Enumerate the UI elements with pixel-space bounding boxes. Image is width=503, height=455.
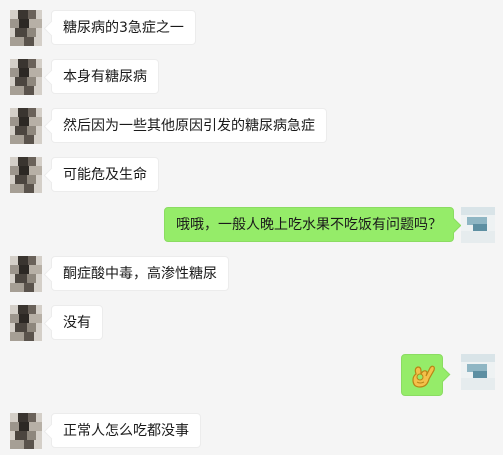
message-bubble[interactable]: 酮症酸中毒，高渗性糖尿 xyxy=(51,256,229,291)
message-bubble[interactable]: 糖尿病的3急症之一 xyxy=(51,10,196,45)
message-text: 然后因为一些其他原因引发的糖尿病急症 xyxy=(63,118,315,134)
message-bubble[interactable]: 可能危及生命 xyxy=(51,157,159,192)
contact-avatar[interactable] xyxy=(10,413,42,449)
user-avatar[interactable] xyxy=(461,207,495,243)
message-bubble[interactable]: 没有 xyxy=(51,305,103,340)
message-text: 可能危及生命 xyxy=(63,167,147,183)
message-text: 正常人怎么吃都没事 xyxy=(63,423,189,439)
contact-avatar[interactable] xyxy=(10,10,42,46)
user-avatar[interactable] xyxy=(461,354,495,390)
ok-hand-icon xyxy=(412,365,435,388)
contact-avatar[interactable] xyxy=(10,157,42,193)
message-bubble[interactable]: 哦哦，一般人晚上吃水果不吃饭有问题吗？ xyxy=(164,207,454,242)
contact-avatar[interactable] xyxy=(10,108,42,144)
message-bubble[interactable]: 然后因为一些其他原因引发的糖尿病急症 xyxy=(51,108,327,143)
message-bubble[interactable]: 正常人怎么吃都没事 xyxy=(51,413,201,448)
message-text: 哦哦，一般人晚上吃水果不吃饭有问题吗？ xyxy=(176,217,442,233)
contact-avatar[interactable] xyxy=(10,59,42,95)
message-text: 没有 xyxy=(63,315,91,331)
message-bubble[interactable]: 本身有糖尿病 xyxy=(51,59,159,94)
contact-avatar[interactable] xyxy=(10,305,42,341)
contact-avatar[interactable] xyxy=(10,256,42,292)
message-text: 酮症酸中毒，高渗性糖尿 xyxy=(63,266,217,282)
message-bubble[interactable] xyxy=(401,354,443,396)
message-text: 糖尿病的3急症之一 xyxy=(63,20,184,36)
message-text: 本身有糖尿病 xyxy=(63,69,147,85)
